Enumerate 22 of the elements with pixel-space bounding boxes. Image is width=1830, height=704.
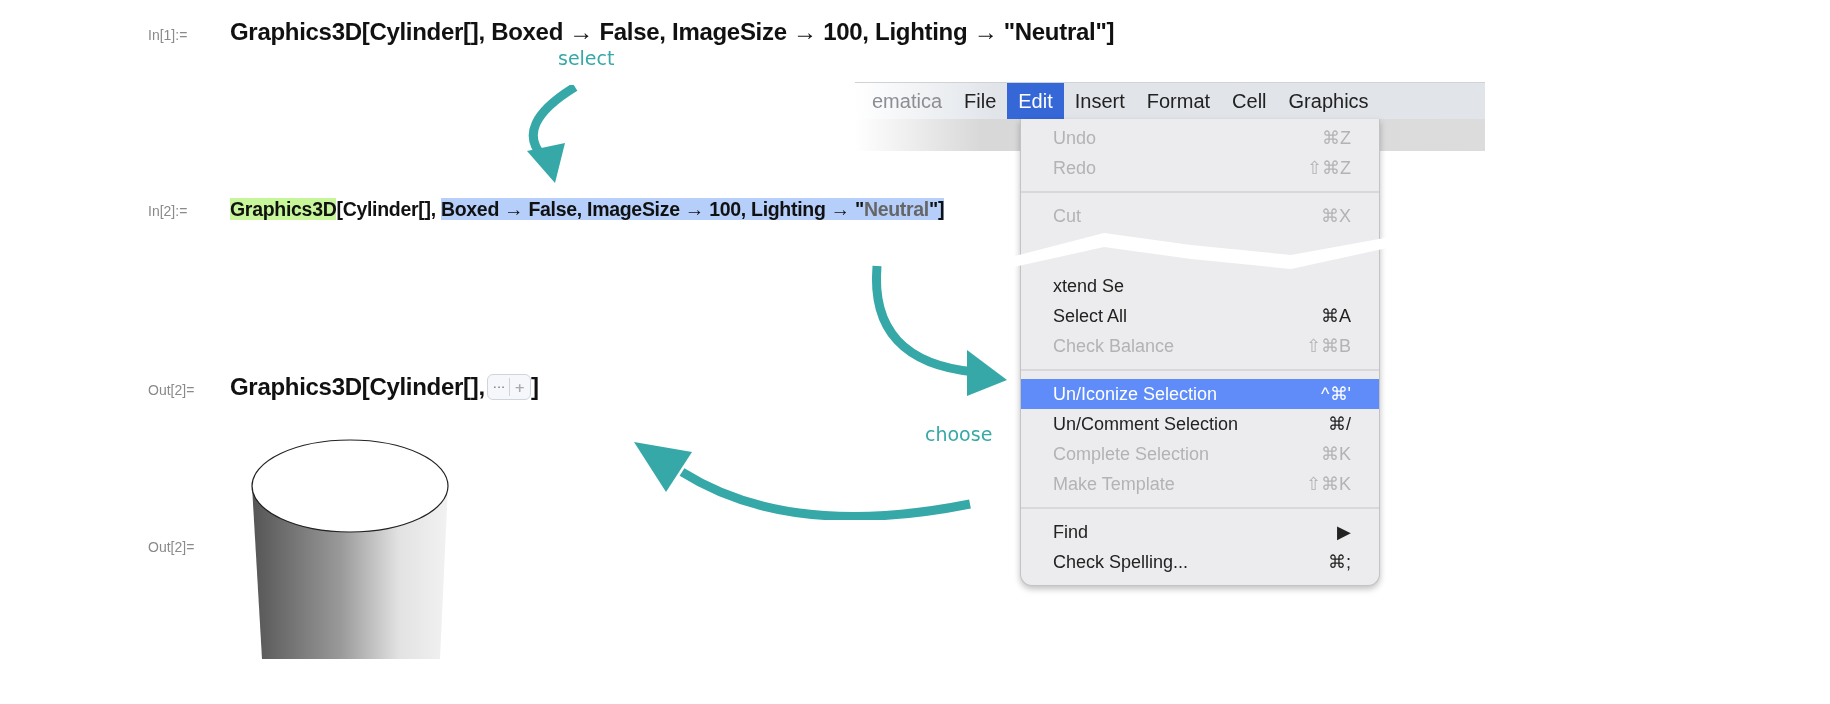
menu-item[interactable]: Un/Comment Selection ⌘/ bbox=[1021, 409, 1379, 439]
annotation-label: choose bbox=[925, 423, 993, 445]
cell-label: In[2]:= bbox=[148, 203, 189, 219]
input-code[interactable]: Graphics3D[Cylinder[], Boxed → False, ImageSize → 100, Lighting → "Neutral"] bbox=[230, 18, 1115, 46]
menu-title[interactable]: Edit bbox=[1007, 83, 1064, 119]
menu-title[interactable]: File bbox=[953, 83, 1008, 119]
input-code[interactable]: Graphics3D[Cylinder[], Boxed → False, ImageSize → 100, Lighting → "Neutral"] bbox=[230, 196, 945, 223]
output-code: ] bbox=[531, 373, 539, 401]
cell-label: Out[2]= bbox=[148, 382, 196, 398]
menu-item[interactable]: Find ▶ bbox=[1021, 517, 1379, 547]
cell-label: In[1]:= bbox=[148, 27, 189, 43]
annotation-label: select bbox=[558, 47, 615, 69]
output-code: Graphics3D[Cylinder[], bbox=[230, 373, 485, 401]
menu-title[interactable]: Cell bbox=[1221, 83, 1278, 119]
cell-label: Out[2]= bbox=[148, 539, 196, 555]
menu-title[interactable]: Insert bbox=[1063, 83, 1136, 119]
menu-item[interactable]: Check Spelling... ⌘; bbox=[1021, 547, 1379, 577]
menu-title[interactable]: Format bbox=[1135, 83, 1222, 119]
menu-item[interactable]: Select All ⌘A bbox=[1021, 301, 1379, 331]
menu-title[interactable]: Graphics bbox=[1277, 83, 1380, 119]
iconized-box[interactable]: ··· + bbox=[486, 374, 532, 400]
menu-item[interactable]: xtend Se bbox=[1021, 271, 1379, 301]
